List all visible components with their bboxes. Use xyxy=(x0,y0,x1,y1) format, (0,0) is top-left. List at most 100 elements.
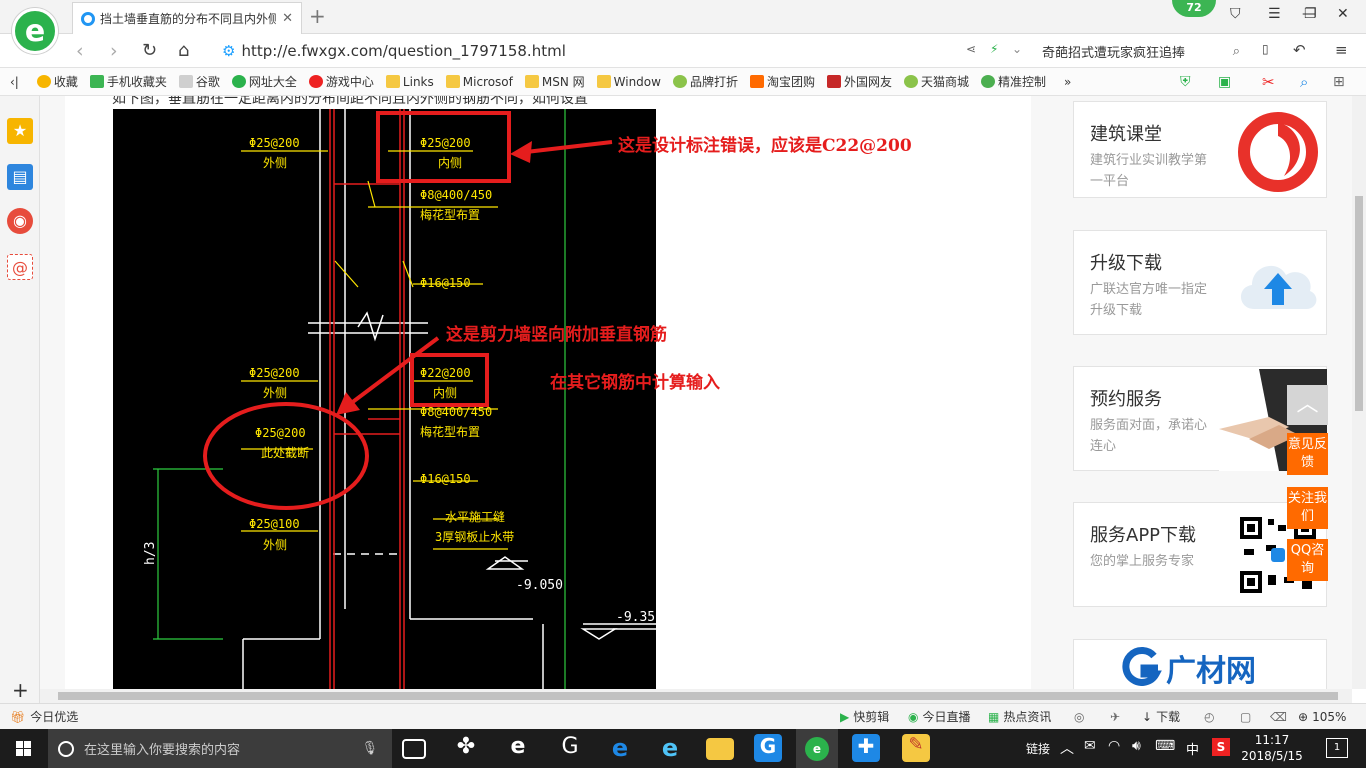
trash-icon[interactable]: ⌫ xyxy=(1270,710,1287,724)
close-window-button[interactable]: ✕ xyxy=(1337,6,1349,22)
annotation-text-2: 这是剪力墙竖向附加垂直钢筋 xyxy=(446,325,667,345)
ie-blue-app-icon[interactable]: e xyxy=(656,734,684,762)
follow-us-button[interactable]: 关注我们 xyxy=(1287,487,1328,529)
bookmark-folder[interactable]: Links xyxy=(385,75,434,89)
bookmark-folder[interactable]: Window xyxy=(596,75,661,89)
favorites-star-icon[interactable]: ★ xyxy=(7,118,33,144)
bookmark-item[interactable]: 收藏 xyxy=(36,73,78,90)
weibo-icon[interactable]: ◉ xyxy=(7,208,33,234)
keyboard-icon[interactable]: ⌨ xyxy=(1155,738,1175,754)
browser-tab[interactable]: 挡土墙垂直筋的分布不同且内外侧 ✕ xyxy=(72,2,302,34)
share-icon[interactable]: ⋖ xyxy=(966,42,976,56)
bookmarks-bar: ‹| 收藏 手机收藏夹 谷歌 网址大全 游戏中心 Links Microsof … xyxy=(0,68,1366,96)
bookmarks-more-icon[interactable]: » xyxy=(1064,75,1071,89)
cad-label: 梅花型布置 xyxy=(420,207,480,222)
tray-app-icon[interactable]: ✉ xyxy=(1084,738,1096,754)
taskbar-clock[interactable]: 11:17 2018/5/15 xyxy=(1232,732,1312,764)
restore-button[interactable]: ❐ xyxy=(1304,6,1317,22)
bookmark-item[interactable]: 网址大全 xyxy=(231,73,297,90)
tray-links-label[interactable]: 链接 xyxy=(1026,740,1050,757)
windows-start-icon[interactable] xyxy=(0,729,48,768)
bookmark-folder[interactable]: Microsof xyxy=(445,75,513,89)
chevron-down-icon[interactable]: ⌄ xyxy=(1012,42,1022,56)
bookmark-item[interactable]: 手机收藏夹 xyxy=(89,73,167,90)
menu-lines-icon[interactable]: ≡ xyxy=(1335,41,1348,59)
quick-edit-button[interactable]: ▶ 快剪辑 xyxy=(840,708,889,725)
search-icon[interactable]: ⌕ xyxy=(1233,44,1240,59)
zoom-control[interactable]: ⊕ 105% xyxy=(1298,710,1346,724)
bookmark-item[interactable]: 精准控制 xyxy=(981,73,1046,90)
bookmark-folder[interactable]: MSN 网 xyxy=(524,73,585,90)
notification-center-icon[interactable]: 1 xyxy=(1326,738,1348,758)
wifi-icon[interactable]: ◠ xyxy=(1108,738,1120,754)
refresh-button[interactable]: ↻ xyxy=(142,40,157,61)
close-tab-icon[interactable]: ✕ xyxy=(282,11,293,26)
tray-expand-icon[interactable]: ︿ xyxy=(1060,738,1074,758)
back-button[interactable]: ‹ xyxy=(76,40,84,62)
gcl-logo-icon xyxy=(1122,646,1162,686)
horizontal-scrollbar[interactable] xyxy=(40,689,1352,703)
notes-app-icon[interactable]: ✎ xyxy=(902,734,930,762)
edge-app-icon[interactable]: e xyxy=(606,734,634,762)
translate-icon[interactable]: ▣ xyxy=(1218,74,1231,90)
pinwheel-app-icon[interactable]: ✤ xyxy=(452,734,480,762)
play-icon: ▶ xyxy=(840,709,850,724)
add-sidebar-button[interactable]: + xyxy=(12,678,29,702)
file-explorer-icon[interactable] xyxy=(706,738,734,760)
ie-app-icon[interactable]: e xyxy=(504,734,532,762)
notes-icon[interactable]: ▤ xyxy=(7,164,33,190)
volume-icon[interactable]: 🔊︎ xyxy=(1132,738,1141,754)
forward-button[interactable]: › xyxy=(110,40,118,62)
sogou-ime-icon[interactable]: S xyxy=(1212,738,1230,756)
bookmark-item[interactable]: 外国网友 xyxy=(827,73,892,90)
taskbar-search-box[interactable]: 在这里输入你要搜索的内容 🎙︎ xyxy=(48,729,392,768)
undo-icon[interactable]: ↶ xyxy=(1293,41,1306,59)
speed-icon[interactable]: ⚡ xyxy=(990,42,998,56)
skin-icon[interactable]: ⛉ xyxy=(1230,6,1241,22)
tools-icon[interactable]: ✈ xyxy=(1110,710,1120,724)
new-tab-button[interactable]: + xyxy=(309,4,326,28)
vertical-scrollbar[interactable] xyxy=(1352,96,1366,689)
grid-icon[interactable]: ⊞ xyxy=(1333,74,1345,90)
bookmark-item[interactable]: 品牌打折 xyxy=(672,73,738,90)
card-upgrade[interactable]: 升级下载 广联达官方唯一指定升级下载 xyxy=(1073,230,1327,335)
bookmark-item[interactable]: 淘宝团购 xyxy=(749,73,815,90)
back-to-top-button[interactable]: ︿ xyxy=(1287,385,1328,425)
ime-indicator[interactable]: 中 xyxy=(1186,739,1199,758)
network-app-icon[interactable]: ✚ xyxy=(852,734,880,762)
email-icon[interactable]: @ xyxy=(7,254,33,280)
task-view-icon[interactable] xyxy=(402,739,426,759)
home-button[interactable]: ⌂ xyxy=(178,40,189,61)
search-field[interactable]: 奇葩招式遭玩家疯狂追捧 ⌕ xyxy=(1042,39,1240,63)
hot-news-button[interactable]: ▦ 热点资讯 xyxy=(988,708,1051,725)
microphone-icon[interactable]: 🎙︎ xyxy=(361,741,378,756)
notification-badge[interactable]: 72 xyxy=(1172,0,1216,17)
scroll-thumb[interactable] xyxy=(58,692,1338,700)
site-info-icon[interactable]: ⚙ xyxy=(222,42,235,60)
glodon-app-icon[interactable]: G xyxy=(556,734,584,762)
bookmark-item[interactable]: 游戏中心 xyxy=(308,73,374,90)
bookmark-item[interactable]: 谷歌 xyxy=(178,73,220,90)
url-field[interactable]: ⚙ http://e.fwxgx.com/question_1797158.ht… xyxy=(222,39,1022,63)
bookmark-item[interactable]: 天猫商城 xyxy=(904,73,969,90)
shield-icon[interactable]: ⛨ xyxy=(1180,74,1191,90)
live-button[interactable]: ◉ 今日直播 xyxy=(908,708,971,725)
card-gcl[interactable]: 广材网 xyxy=(1073,639,1327,689)
window-icon[interactable]: ▢ xyxy=(1240,710,1251,724)
menu-icon[interactable]: ☰ xyxy=(1268,6,1281,22)
bookmarks-back-icon[interactable]: ‹| xyxy=(10,75,19,89)
glodon-blue-app-icon[interactable]: G xyxy=(754,734,782,762)
speed-dial-icon[interactable]: ◎ xyxy=(1074,710,1084,724)
card-jianzhu[interactable]: 建筑课堂 建筑行业实训教学第一平台 xyxy=(1073,101,1327,198)
download-button[interactable]: ↓ 下载 xyxy=(1142,708,1180,725)
scroll-thumb[interactable] xyxy=(1355,196,1363,411)
phone-icon[interactable]: ▯ xyxy=(1262,42,1269,56)
scissors-icon[interactable]: ✂ xyxy=(1262,73,1275,91)
today-picks-button[interactable]: 🎁︎ 今日优选 xyxy=(10,708,78,725)
history-icon[interactable]: ◴ xyxy=(1204,710,1214,724)
feedback-button[interactable]: 意见反馈 xyxy=(1287,433,1328,475)
search-tool-icon[interactable]: ⌕ xyxy=(1300,73,1308,91)
qq-consult-button[interactable]: QQ咨询 xyxy=(1287,539,1328,581)
browser-logo-icon[interactable]: e xyxy=(12,8,58,54)
active-browser-taskbar-item[interactable]: e xyxy=(796,729,838,768)
